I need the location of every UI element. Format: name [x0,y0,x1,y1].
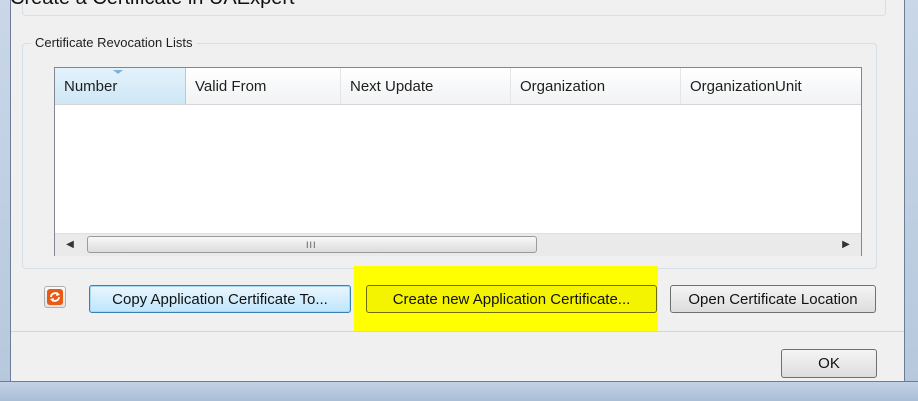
window-frame-left [0,0,11,382]
tutorial-caption: Create a Certificate in UAExpert [10,0,295,10]
column-header-organization[interactable]: Organization [511,68,681,104]
column-header-label: Valid From [195,78,267,95]
column-header-label: Number [64,78,118,95]
window-frame-bottom [0,381,918,401]
sort-ascending-icon [113,70,123,74]
crl-list-body[interactable] [55,105,861,233]
open-certificate-location-button[interactable]: Open Certificate Location [670,285,876,313]
crl-list-header: Number Valid From Next Update Organizati… [55,68,861,105]
column-header-number[interactable]: Number [55,68,186,104]
create-application-certificate-button[interactable]: Create new Application Certificate... [366,285,657,313]
column-header-label: Next Update [350,78,434,95]
scrollbar-grip: III [306,240,317,250]
ok-button[interactable]: OK [781,349,877,378]
column-header-organization-unit[interactable]: OrganizationUnit [681,68,861,104]
column-header-valid-from[interactable]: Valid From [186,68,341,104]
refresh-icon [47,289,63,305]
footer-separator [11,331,904,332]
column-header-label: Organization [520,78,606,95]
column-header-next-update[interactable]: Next Update [341,68,511,104]
crl-list-view[interactable]: Number Valid From Next Update Organizati… [54,67,862,256]
copy-application-certificate-button[interactable]: Copy Application Certificate To... [89,285,351,313]
crl-groupbox-title: Certificate Revocation Lists [31,35,197,50]
refresh-button[interactable] [44,286,66,308]
scroll-left-icon[interactable]: ◀ [59,234,81,256]
scrollbar-thumb[interactable]: III [87,236,537,253]
horizontal-scrollbar[interactable]: ◀ III ▶ [55,233,861,256]
scroll-right-icon[interactable]: ▶ [835,234,857,256]
window-frame-right [904,0,918,382]
column-header-label: OrganizationUnit [690,78,802,95]
settings-dialog: Certificate Revocation Lists Number Vali… [0,0,918,401]
